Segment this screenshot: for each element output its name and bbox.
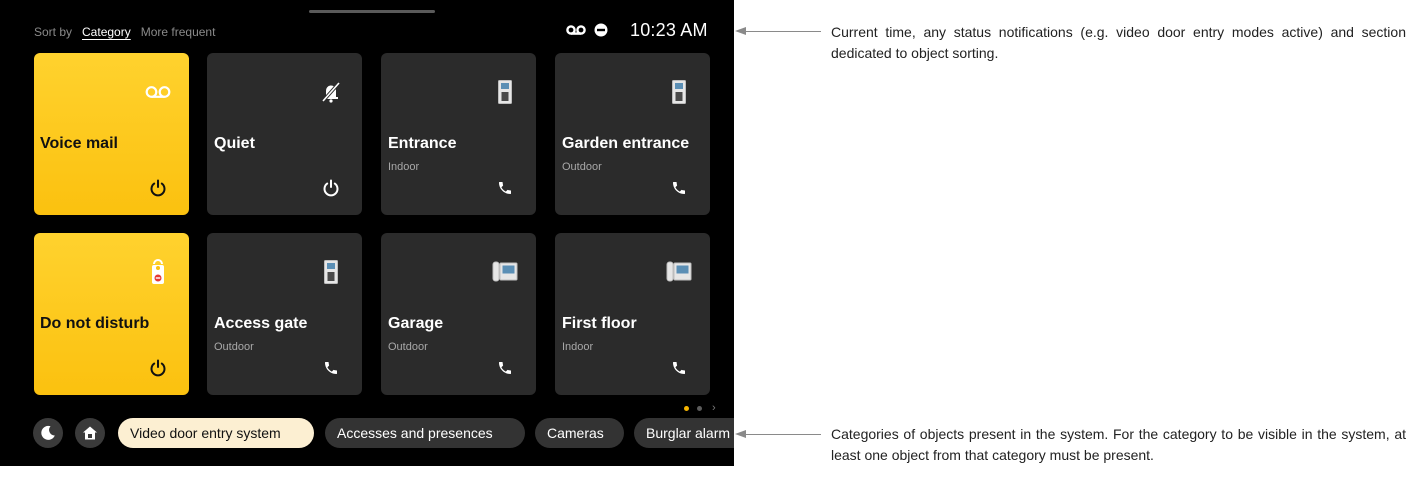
voicemail-icon [566, 23, 586, 41]
tile-name: Quiet [214, 135, 255, 152]
sort-option-more-frequent[interactable]: More frequent [141, 25, 216, 39]
phone-icon[interactable] [492, 175, 518, 201]
tile-access-gate[interactable]: Access gate Outdoor [207, 233, 362, 395]
power-icon[interactable] [318, 175, 344, 201]
night-mode-icon[interactable] [33, 418, 63, 448]
phone-icon[interactable] [666, 355, 692, 381]
callout-arrowhead-top [735, 27, 746, 35]
phone-icon[interactable] [318, 355, 344, 381]
do-not-disturb-icon [594, 23, 608, 42]
page-dot-2[interactable] [697, 405, 702, 411]
tile-quiet[interactable]: Quiet [207, 53, 362, 215]
callout-line-top [746, 31, 821, 32]
callout-arrowhead-bottom [735, 430, 746, 438]
power-icon[interactable] [145, 355, 171, 381]
tile-voice-mail[interactable]: Voice mail [34, 53, 189, 215]
tile-first-floor[interactable]: First floor Indoor [555, 233, 710, 395]
tile-name: Garden entrance [562, 135, 690, 152]
power-icon[interactable] [145, 175, 171, 201]
sort-option-category[interactable]: Category [82, 25, 131, 39]
callout-top-text: Current time, any status notifications (… [831, 24, 1406, 61]
category-video-door-entry[interactable]: Video door entry system [118, 418, 314, 448]
door-entry-panel-icon [662, 75, 696, 109]
chevron-right-icon[interactable]: › [712, 402, 716, 414]
bell-off-icon [314, 75, 348, 109]
tile-subtitle: Outdoor [562, 161, 602, 173]
door-entry-panel-icon [488, 75, 522, 109]
tile-subtitle: Outdoor [388, 341, 428, 353]
tile-garage[interactable]: Garage Outdoor [381, 233, 536, 395]
tile-subtitle: Indoor [562, 341, 594, 353]
door-entry-panel-icon [314, 255, 348, 289]
tile-name: First floor [562, 315, 637, 332]
do-not-disturb-hanger-icon [141, 255, 175, 289]
callout-bottom-text: Categories of objects present in the sys… [831, 426, 1406, 463]
tile-name: Garage [388, 315, 444, 332]
sort-bar: Sort by Category More frequent [34, 25, 215, 39]
tile-name: Access gate [214, 315, 308, 332]
sort-by-label: Sort by [34, 25, 73, 39]
phone-icon[interactable] [666, 175, 692, 201]
tile-garden-entrance[interactable]: Garden entrance Outdoor [555, 53, 710, 215]
home-away-icon[interactable] [75, 418, 105, 448]
pull-down-handle[interactable] [309, 10, 435, 13]
status-icons [566, 17, 608, 47]
category-cameras[interactable]: Cameras [535, 418, 624, 448]
tile-entrance[interactable]: Entrance Indoor [381, 53, 536, 215]
tile-name: Do not disturb [40, 315, 150, 332]
device-screen: Sort by Category More frequent 10:23 AM … [0, 0, 734, 466]
category-accesses-presences[interactable]: Accesses and presences [325, 418, 525, 448]
tile-subtitle: Outdoor [214, 341, 254, 353]
tile-do-not-disturb[interactable]: Do not disturb [34, 233, 189, 395]
intercom-handset-icon [662, 255, 696, 289]
category-burglar-alarm[interactable]: Burglar alarm [634, 418, 734, 448]
intercom-handset-icon [488, 255, 522, 289]
page-dot-1[interactable] [684, 405, 689, 411]
voicemail-icon [141, 75, 175, 109]
tile-name: Voice mail [40, 135, 118, 152]
category-bar: Video door entry system Accesses and pre… [33, 418, 734, 448]
callout-line-bottom [746, 434, 821, 435]
tile-name: Entrance [388, 135, 457, 152]
page-indicator: › [684, 402, 716, 414]
clock: 10:23 AM [630, 20, 708, 40]
tile-subtitle: Indoor [388, 161, 420, 173]
phone-icon[interactable] [492, 355, 518, 381]
